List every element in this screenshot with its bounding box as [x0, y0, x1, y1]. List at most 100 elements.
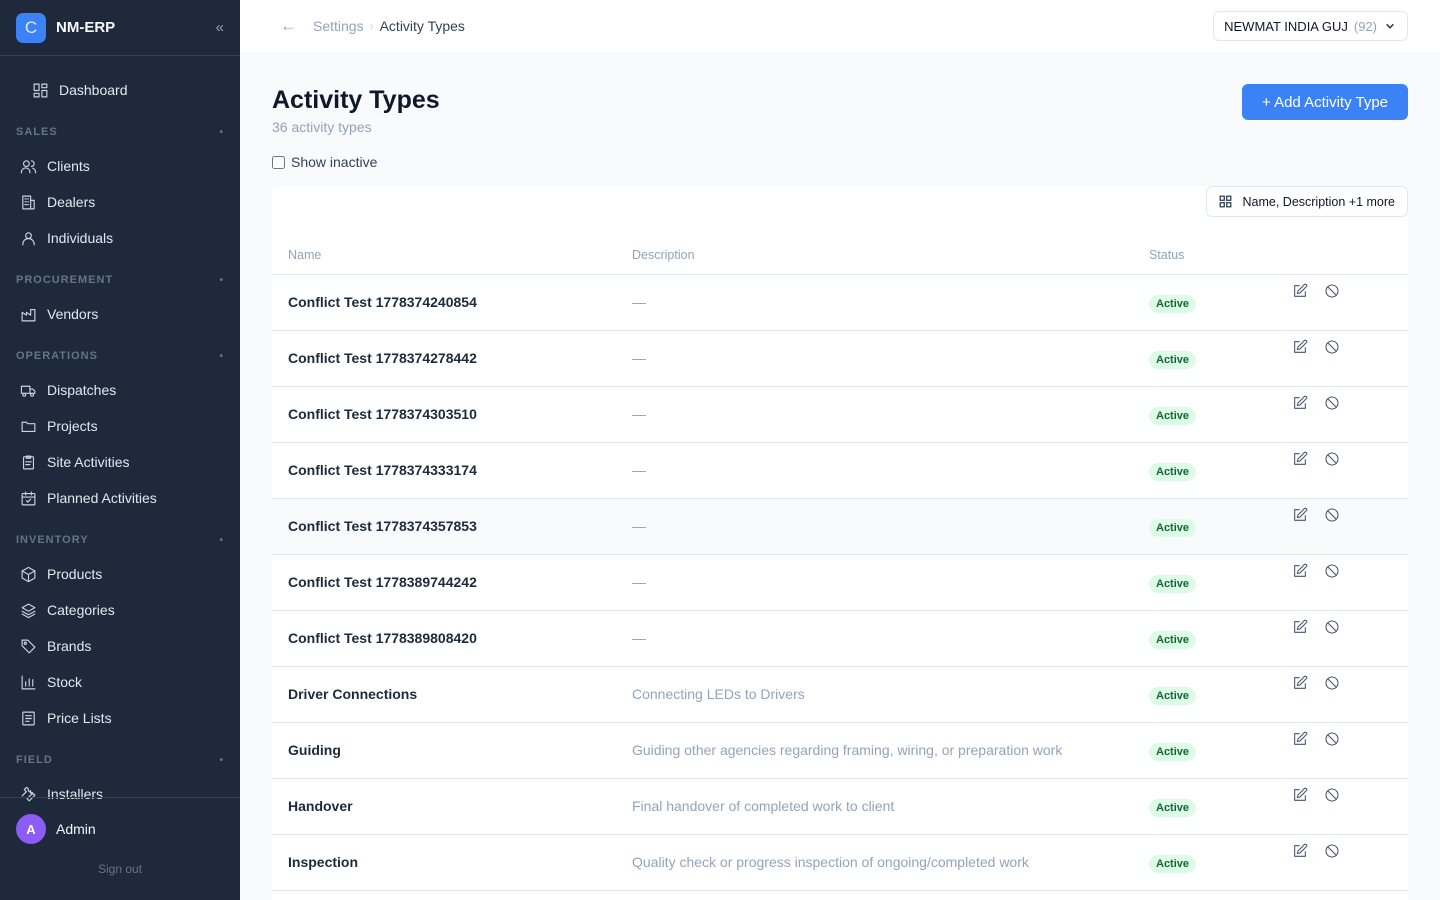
deactivate-icon[interactable]: [1324, 283, 1340, 299]
edit-icon[interactable]: [1292, 731, 1308, 747]
row-actions: [1292, 386, 1408, 443]
status-badge: Active: [1149, 463, 1197, 481]
edit-icon[interactable]: [1292, 619, 1308, 635]
table-row[interactable]: Conflict Test 1778389744242 — Active: [272, 554, 1408, 611]
sidebar-item-individuals[interactable]: Individuals: [0, 220, 240, 256]
status-badge: Active: [1149, 743, 1197, 761]
section-title: INVENTORY: [16, 534, 89, 546]
activity-name: Conflict Test 1778389808420: [272, 610, 632, 667]
sidebar-item-dealers[interactable]: Dealers: [0, 184, 240, 220]
deactivate-icon[interactable]: [1324, 619, 1340, 635]
sidebar-item-label: Brands: [47, 638, 92, 654]
add-activity-type-button[interactable]: + Add Activity Type: [1242, 84, 1408, 120]
factory-icon: [21, 308, 36, 321]
column-visibility-button[interactable]: Name, Description +1 more: [1205, 186, 1408, 217]
column-visibility-label: Name, Description +1 more: [1242, 194, 1396, 209]
column-header-status[interactable]: Status: [1149, 236, 1292, 275]
edit-icon[interactable]: [1292, 507, 1308, 523]
show-inactive-checkbox[interactable]: [272, 155, 285, 169]
user-icon: [22, 231, 35, 245]
edit-icon[interactable]: [1292, 451, 1308, 467]
back-arrow-icon[interactable]: ←: [280, 16, 297, 36]
page-subtitle: 36 activity types: [272, 119, 372, 135]
edit-icon[interactable]: [1292, 675, 1308, 691]
sidebar-section-operations[interactable]: OPERATIONS •: [0, 346, 240, 366]
sidebar-section-sales[interactable]: SALES •: [0, 122, 240, 142]
table-row[interactable]: Conflict Test 1778374333174 — Active: [272, 442, 1408, 499]
row-actions: [1292, 666, 1408, 723]
status-cell: Active: [1149, 666, 1292, 723]
table-row[interactable]: Handover Final handover of completed wor…: [272, 778, 1408, 835]
activity-name: Conflict Test 1778374333174: [272, 442, 632, 499]
deactivate-icon[interactable]: [1324, 507, 1340, 523]
deactivate-icon[interactable]: [1324, 563, 1340, 579]
sidebar-item-vendors[interactable]: Vendors: [0, 296, 240, 332]
breadcrumb-settings[interactable]: Settings: [313, 18, 364, 34]
table-row[interactable]: Conflict Test 1778374240854 — Active: [272, 274, 1408, 331]
sidebar-section-field[interactable]: FIELD •: [0, 750, 240, 770]
deactivate-icon[interactable]: [1324, 675, 1340, 691]
show-inactive-label: Show inactive: [291, 154, 378, 170]
table-row[interactable]: Conflict Test 1778374357853 — Active: [272, 498, 1408, 555]
page-title: Activity Types: [272, 86, 440, 114]
sidebar-section-procurement[interactable]: PROCUREMENT •: [0, 270, 240, 290]
activity-description: —: [632, 442, 1149, 499]
deactivate-icon[interactable]: [1324, 787, 1340, 803]
sidebar-footer: A Admin Sign out: [0, 797, 240, 900]
sidebar-item-label: Products: [47, 566, 103, 582]
table-row[interactable]: Conflict Test 1778374303510 — Active: [272, 386, 1408, 443]
deactivate-icon[interactable]: [1324, 731, 1340, 747]
sidebar-item-brands[interactable]: Brands: [0, 628, 240, 664]
sidebar-item-site-activities[interactable]: Site Activities: [0, 444, 240, 480]
column-header-description[interactable]: Description: [632, 236, 1149, 275]
activity-description: —: [632, 274, 1149, 331]
column-header-name[interactable]: Name: [272, 236, 632, 275]
deactivate-icon[interactable]: [1324, 451, 1340, 467]
activity-types-table: Name Description Status Conflict Test 17…: [272, 236, 1408, 891]
sidebar-item-projects[interactable]: Projects: [0, 408, 240, 444]
sidebar-item-planned-activities[interactable]: Planned Activities: [0, 480, 240, 516]
sidebar-item-price-lists[interactable]: Price Lists: [0, 700, 240, 736]
status-cell: Active: [1149, 442, 1292, 499]
edit-icon[interactable]: [1292, 395, 1308, 411]
sidebar-item-products[interactable]: Products: [0, 556, 240, 592]
edit-icon[interactable]: [1292, 787, 1308, 803]
table-row[interactable]: Inspection Quality check or progress ins…: [272, 834, 1408, 891]
edit-icon[interactable]: [1292, 843, 1308, 859]
row-actions: [1292, 330, 1408, 387]
sidebar-item-stock[interactable]: Stock: [0, 664, 240, 700]
sidebar-item-label: Dispatches: [47, 382, 117, 398]
edit-icon[interactable]: [1292, 283, 1308, 299]
table-row[interactable]: Conflict Test 1778389808420 — Active: [272, 610, 1408, 667]
sidebar-item-label: Planned Activities: [47, 490, 157, 506]
brand-logo: C: [16, 12, 46, 43]
section-toggle-icon: •: [219, 534, 224, 546]
organization-selector[interactable]: NEWMAT INDIA GUJ (92): [1213, 11, 1408, 41]
sign-out-link[interactable]: Sign out: [0, 862, 240, 876]
user-profile[interactable]: A Admin: [0, 798, 240, 844]
edit-icon[interactable]: [1292, 563, 1308, 579]
sidebar-item-dispatches[interactable]: Dispatches: [0, 372, 240, 408]
activity-name: Conflict Test 1778374240854: [272, 274, 632, 331]
table-row[interactable]: Conflict Test 1778374278442 — Active: [272, 330, 1408, 387]
collapse-sidebar-icon[interactable]: «: [216, 19, 224, 36]
sidebar-item-label: Dashboard: [59, 82, 128, 98]
sidebar-item-label: Site Activities: [47, 454, 130, 470]
status-badge: Active: [1149, 575, 1197, 593]
sidebar-item-dashboard[interactable]: Dashboard: [0, 72, 240, 108]
edit-icon[interactable]: [1292, 339, 1308, 355]
deactivate-icon[interactable]: [1324, 395, 1340, 411]
deactivate-icon[interactable]: [1324, 843, 1340, 859]
sidebar-item-categories[interactable]: Categories: [0, 592, 240, 628]
sidebar-item-clients[interactable]: Clients: [0, 148, 240, 184]
activity-description: Guiding other agencies regarding framing…: [632, 722, 1149, 779]
sidebar-section-inventory[interactable]: INVENTORY •: [0, 530, 240, 550]
table-row[interactable]: Driver Connections Connecting LEDs to Dr…: [272, 666, 1408, 723]
section-toggle-icon: •: [219, 126, 224, 138]
sidebar-item-label: Price Lists: [47, 710, 112, 726]
show-inactive-toggle[interactable]: Show inactive: [272, 154, 377, 170]
sidebar-item-label: Categories: [47, 602, 115, 618]
table-row[interactable]: Guiding Guiding other agencies regarding…: [272, 722, 1408, 779]
user-name: Admin: [56, 821, 96, 837]
deactivate-icon[interactable]: [1324, 339, 1340, 355]
